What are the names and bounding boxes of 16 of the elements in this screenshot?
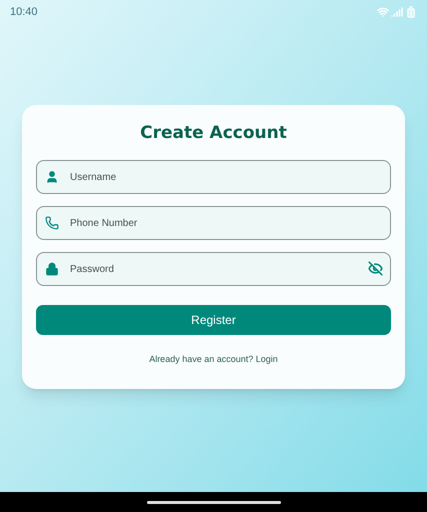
eye-off-icon[interactable]	[368, 261, 383, 276]
login-prompt: Already have an account? Login	[148, 353, 279, 366]
signal-icon	[391, 6, 403, 18]
form-title: Create Account	[139, 122, 288, 145]
person-icon	[45, 170, 59, 184]
login-link[interactable]: Login	[256, 354, 278, 364]
wifi-icon	[377, 6, 389, 18]
battery-icon	[405, 6, 417, 18]
input-field[interactable]: Password	[36, 252, 391, 286]
status-time: 10:40	[10, 4, 38, 20]
input-field[interactable]: Phone Number	[36, 206, 391, 240]
register-button[interactable]: Register	[36, 305, 391, 335]
home-indicator[interactable]	[146, 500, 280, 504]
phone-icon	[45, 216, 59, 230]
lock-icon	[45, 262, 59, 276]
input-field[interactable]: Username	[36, 160, 391, 194]
